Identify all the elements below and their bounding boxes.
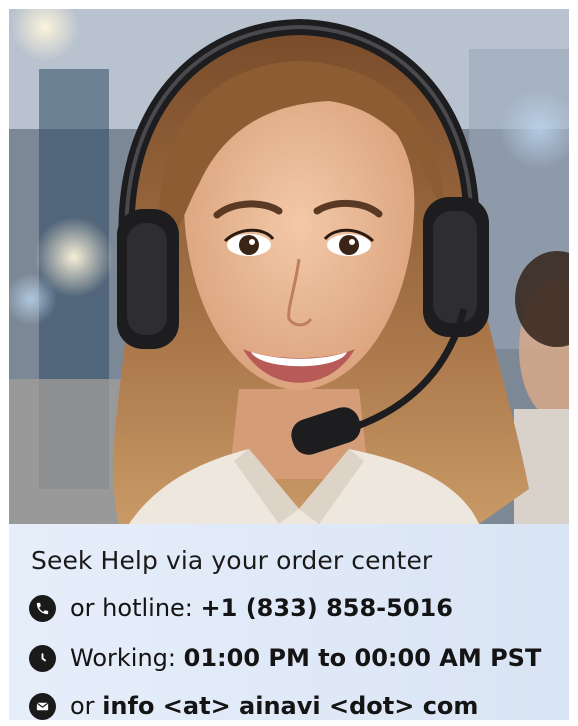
hotline-row: or hotline: +1 (833) 858-5016	[29, 590, 453, 626]
email-address[interactable]: info <at> ainavi <dot> com	[102, 692, 478, 720]
hours-prefix: Working:	[70, 644, 176, 672]
hours-row: Working: 01:00 PM to 00:00 AM PST	[29, 640, 541, 676]
help-headline: Seek Help via your order center	[31, 546, 433, 575]
phone-icon	[29, 594, 56, 622]
envelope-icon	[29, 692, 56, 720]
email-row: or info <at> ainavi <dot> com	[29, 688, 478, 724]
clock-icon	[29, 644, 56, 672]
support-agent-photo	[9, 9, 569, 524]
hotline-number[interactable]: +1 (833) 858-5016	[201, 594, 453, 622]
hotline-prefix: or hotline:	[70, 594, 193, 622]
contact-info-panel: Seek Help via your order center or hotli…	[9, 524, 569, 720]
email-prefix: or	[70, 692, 95, 720]
support-card: Seek Help via your order center or hotli…	[0, 0, 578, 726]
hours-value: 01:00 PM to 00:00 AM PST	[183, 644, 542, 672]
